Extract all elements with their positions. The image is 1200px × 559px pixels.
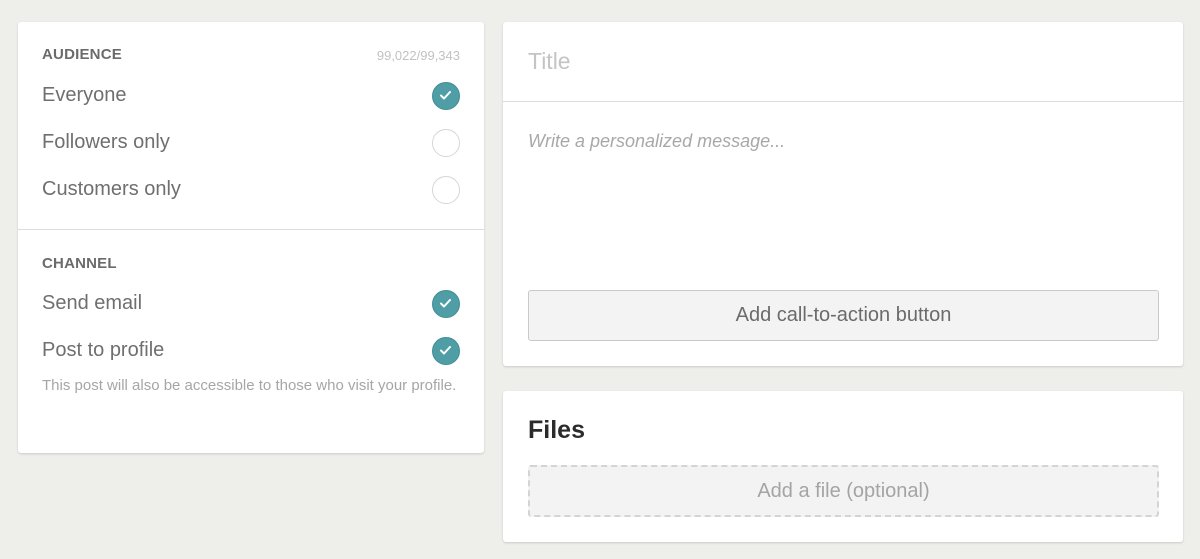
option-label: Everyone xyxy=(42,84,127,106)
add-file-dropzone[interactable]: Add a file (optional) xyxy=(528,465,1159,517)
post-to-profile-help-text: This post will also be accessible to tho… xyxy=(42,377,457,394)
section-divider xyxy=(18,229,484,230)
title-input[interactable] xyxy=(503,22,1183,102)
files-heading: Files xyxy=(528,416,585,444)
audience-count: 99,022/99,343 xyxy=(376,48,460,63)
audience-option-followers[interactable]: Followers only xyxy=(42,127,460,159)
channel-heading: CHANNEL xyxy=(42,255,117,272)
option-label: Send email xyxy=(42,292,143,314)
option-label: Post to profile xyxy=(42,339,165,361)
audience-option-customers[interactable]: Customers only xyxy=(42,174,460,206)
checkmark-icon[interactable] xyxy=(432,337,460,365)
audience-option-everyone[interactable]: Everyone xyxy=(42,80,460,112)
option-label: Followers only xyxy=(42,131,170,153)
checkmark-icon[interactable] xyxy=(432,290,460,318)
option-label: Customers only xyxy=(42,178,181,200)
message-card: Add call-to-action button xyxy=(503,22,1183,366)
channel-option-post-to-profile[interactable]: Post to profile xyxy=(42,335,460,367)
files-card: Files Add a file (optional) xyxy=(503,391,1183,542)
audience-heading: AUDIENCE xyxy=(42,46,122,63)
radio-empty-icon[interactable] xyxy=(432,129,460,157)
checkmark-icon[interactable] xyxy=(432,82,460,110)
message-textarea[interactable] xyxy=(503,103,1183,273)
add-cta-button[interactable]: Add call-to-action button xyxy=(528,290,1159,341)
radio-empty-icon[interactable] xyxy=(432,176,460,204)
channel-option-send-email[interactable]: Send email xyxy=(42,288,460,320)
audience-channel-card: AUDIENCE 99,022/99,343 Everyone Follower… xyxy=(18,22,484,453)
